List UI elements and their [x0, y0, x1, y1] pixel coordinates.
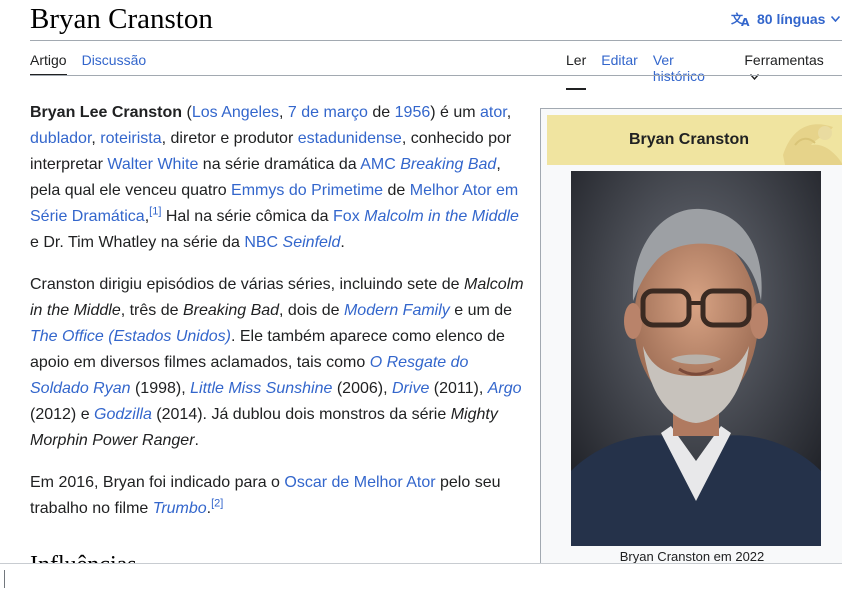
- tools-label: Ferramentas: [744, 52, 824, 68]
- tab-ler[interactable]: Ler: [566, 52, 587, 90]
- link-amc[interactable]: AMC: [360, 156, 396, 173]
- tab-editar[interactable]: Editar: [601, 52, 638, 90]
- article-body: Bryan Lee Cranston (Los Angeles, 7 de ma…: [30, 100, 526, 538]
- reference-2[interactable]: [2]: [211, 498, 223, 510]
- bottom-bar: [0, 563, 842, 597]
- infobox-title: Bryan Cranston: [547, 115, 842, 165]
- chevron-down-icon: [831, 16, 841, 22]
- paragraph-intro: Bryan Lee Cranston (Los Angeles, 7 de ma…: [30, 104, 519, 251]
- paragraph-oscar: Em 2016, Bryan foi indicado para o Oscar…: [30, 474, 501, 517]
- title-divider: [30, 40, 842, 41]
- link-walter-white[interactable]: Walter White: [107, 156, 198, 173]
- link-modern-family[interactable]: Modern Family: [344, 302, 450, 319]
- paragraph-career: Cranston dirigiu episódios de várias sér…: [30, 276, 524, 449]
- namespace-tabs: Artigo Discussão: [30, 52, 146, 76]
- link-the-office[interactable]: The Office (Estados Unidos): [30, 328, 231, 345]
- tools-menu[interactable]: Ferramentas: [744, 52, 842, 90]
- infobox: Bryan Cranston Bryan Cranston em 2022: [540, 108, 842, 580]
- translate-icon: 文 A: [731, 11, 750, 27]
- link-godzilla[interactable]: Godzilla: [94, 406, 152, 423]
- link-dublador[interactable]: dublador: [30, 130, 91, 147]
- article-subject: Bryan Lee Cranston: [30, 104, 183, 121]
- link-los-angeles[interactable]: Los Angeles: [192, 104, 279, 121]
- languages-label: 80 línguas: [757, 11, 826, 27]
- link-little-miss-sunshine[interactable]: Little Miss Sunshine: [190, 380, 332, 397]
- portrait-image: [571, 171, 821, 546]
- link-nbc[interactable]: NBC: [244, 234, 278, 251]
- link-roteirista[interactable]: roteirista: [100, 130, 161, 147]
- portrait-photo[interactable]: [571, 171, 821, 546]
- tab-discussao[interactable]: Discussão: [82, 52, 147, 76]
- link-malcolm[interactable]: Malcolm in the Middle: [364, 208, 519, 225]
- tabs-divider: [30, 75, 842, 76]
- link-estadunidense[interactable]: estadunidense: [298, 130, 402, 147]
- page-title: Bryan Cranston: [30, 3, 213, 35]
- link-ator[interactable]: ator: [480, 104, 507, 121]
- link-oscar[interactable]: Oscar de Melhor Ator: [284, 474, 435, 491]
- svg-text:A: A: [741, 16, 750, 27]
- link-year[interactable]: 1956: [395, 104, 431, 121]
- link-drive[interactable]: Drive: [392, 380, 429, 397]
- tab-artigo[interactable]: Artigo: [30, 52, 67, 76]
- view-tabs: Ler Editar Ver histórico Ferramentas: [566, 52, 842, 90]
- link-breaking-bad[interactable]: Breaking Bad: [400, 156, 496, 173]
- link-trumbo[interactable]: Trumbo: [153, 500, 207, 517]
- bottom-bar-marker: [4, 570, 5, 588]
- link-argo[interactable]: Argo: [488, 380, 522, 397]
- link-date[interactable]: 7 de março: [288, 104, 368, 121]
- tab-ver-historico[interactable]: Ver histórico: [653, 52, 730, 90]
- photo-caption: Bryan Cranston em 2022: [619, 549, 765, 564]
- reference-1[interactable]: [1]: [149, 206, 161, 218]
- link-fox[interactable]: Fox: [333, 208, 360, 225]
- ornament-decoration: [783, 124, 842, 165]
- languages-button[interactable]: 文 A 80 línguas: [731, 11, 841, 27]
- link-seinfeld[interactable]: Seinfeld: [283, 234, 341, 251]
- link-emmys[interactable]: Emmys do Primetime: [231, 182, 383, 199]
